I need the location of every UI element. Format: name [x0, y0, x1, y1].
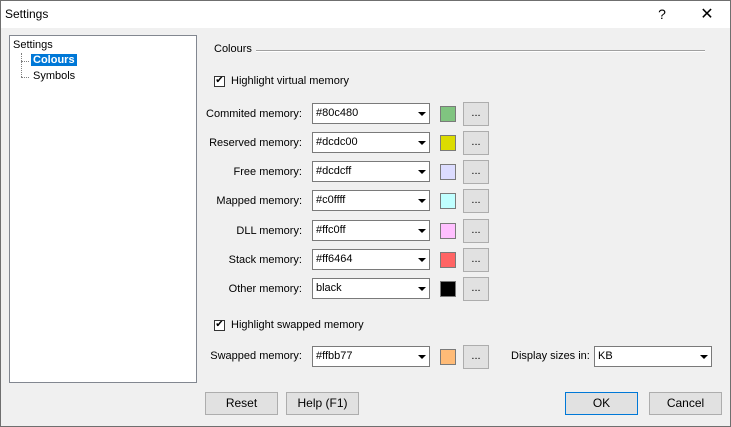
- mapped-memory-swatch: [440, 193, 456, 209]
- free-memory-combo[interactable]: #dcdcff: [312, 161, 430, 182]
- chevron-down-icon[interactable]: [413, 162, 429, 181]
- chevron-down-icon[interactable]: [695, 347, 711, 366]
- combo-value: #c0ffff: [316, 194, 346, 206]
- free-memory-pick-button[interactable]: ...: [463, 160, 489, 184]
- stack-memory-pick-button[interactable]: ...: [463, 248, 489, 272]
- combo-value: KB: [598, 350, 613, 362]
- ok-button[interactable]: OK: [565, 392, 638, 415]
- highlight-swapped-label: Highlight swapped memory: [231, 319, 364, 331]
- title-bar: Settings ? ✕: [1, 1, 730, 28]
- chevron-down-icon[interactable]: [413, 347, 429, 366]
- other-memory-combo[interactable]: black: [312, 278, 430, 299]
- mapped-memory-combo[interactable]: #c0ffff: [312, 190, 430, 211]
- commited-memory-label: Commited memory:: [206, 108, 302, 120]
- dll-memory-combo[interactable]: #ffc0ff: [312, 220, 430, 241]
- display-sizes-label: Display sizes in:: [511, 350, 590, 362]
- chevron-down-icon[interactable]: [413, 221, 429, 240]
- highlight-virtual-checkbox[interactable]: ✔: [214, 75, 225, 87]
- free-memory-label: Free memory:: [233, 166, 302, 178]
- tree-connector: [21, 61, 29, 62]
- help-button[interactable]: Help (F1): [286, 392, 359, 415]
- highlight-swapped-checkbox[interactable]: ✔: [214, 319, 225, 331]
- mapped-memory-label: Mapped memory:: [216, 195, 302, 207]
- combo-value: #80c480: [316, 107, 359, 119]
- group-divider: [256, 50, 705, 52]
- settings-tree[interactable]: Settings Colours Symbols: [9, 35, 197, 383]
- tree-item-colours[interactable]: Colours: [31, 54, 77, 66]
- display-sizes-combo[interactable]: KB: [594, 346, 712, 367]
- swapped-memory-swatch: [440, 349, 456, 365]
- combo-value: black: [316, 282, 342, 294]
- combo-value: #ffbb77: [316, 350, 353, 362]
- highlight-virtual-checkbox-row[interactable]: ✔ Highlight virtual memory: [214, 75, 349, 87]
- stack-memory-label: Stack memory:: [228, 254, 302, 266]
- combo-value: #dcdcff: [316, 165, 352, 177]
- other-memory-swatch: [440, 281, 456, 297]
- help-title-button[interactable]: ?: [642, 1, 682, 28]
- tree-item-settings[interactable]: Settings: [13, 39, 53, 51]
- reserved-memory-combo[interactable]: #dcdc00: [312, 132, 430, 153]
- chevron-down-icon[interactable]: [413, 250, 429, 269]
- tree-connector: [21, 77, 29, 78]
- dll-memory-pick-button[interactable]: ...: [463, 219, 489, 243]
- swapped-memory-pick-button[interactable]: ...: [463, 345, 489, 369]
- highlight-swapped-checkbox-row[interactable]: ✔ Highlight swapped memory: [214, 319, 364, 331]
- stack-memory-swatch: [440, 252, 456, 268]
- reserved-memory-label: Reserved memory:: [209, 137, 302, 149]
- dll-memory-label: DLL memory:: [236, 225, 302, 237]
- settings-dialog: Settings ? ✕ Settings Colours Symbols Co…: [0, 0, 731, 427]
- reserved-memory-pick-button[interactable]: ...: [463, 131, 489, 155]
- reset-button[interactable]: Reset: [205, 392, 278, 415]
- free-memory-swatch: [440, 164, 456, 180]
- combo-value: #dcdc00: [316, 136, 358, 148]
- swapped-memory-label: Swapped memory:: [210, 350, 302, 362]
- dll-memory-swatch: [440, 223, 456, 239]
- tree-connector: [21, 53, 22, 77]
- group-title: Colours: [214, 43, 252, 55]
- tree-item-symbols[interactable]: Symbols: [31, 70, 77, 82]
- chevron-down-icon[interactable]: [413, 133, 429, 152]
- highlight-virtual-label: Highlight virtual memory: [231, 75, 349, 87]
- chevron-down-icon[interactable]: [413, 104, 429, 123]
- cancel-button[interactable]: Cancel: [649, 392, 722, 415]
- commited-memory-pick-button[interactable]: ...: [463, 102, 489, 126]
- other-memory-label: Other memory:: [228, 283, 302, 295]
- combo-value: #ff6464: [316, 253, 353, 265]
- chevron-down-icon[interactable]: [413, 279, 429, 298]
- commited-memory-swatch: [440, 106, 456, 122]
- combo-value: #ffc0ff: [316, 224, 346, 236]
- stack-memory-combo[interactable]: #ff6464: [312, 249, 430, 270]
- window-title: Settings: [5, 7, 49, 21]
- mapped-memory-pick-button[interactable]: ...: [463, 189, 489, 213]
- reserved-memory-swatch: [440, 135, 456, 151]
- chevron-down-icon[interactable]: [413, 191, 429, 210]
- commited-memory-combo[interactable]: #80c480: [312, 103, 430, 124]
- other-memory-pick-button[interactable]: ...: [463, 277, 489, 301]
- swapped-memory-combo[interactable]: #ffbb77: [312, 346, 430, 367]
- close-button[interactable]: ✕: [687, 1, 727, 28]
